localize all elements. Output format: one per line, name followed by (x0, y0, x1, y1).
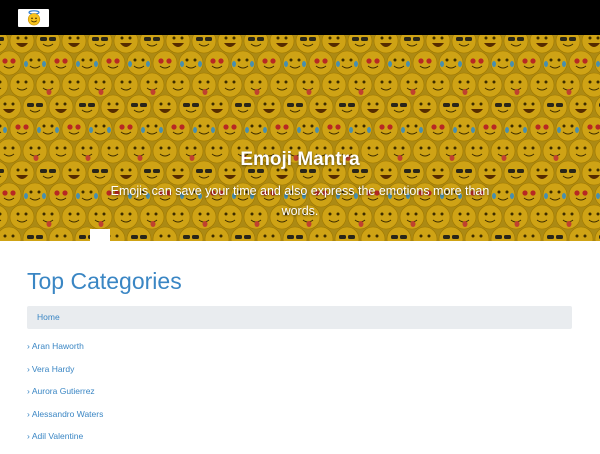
category-label: Adil Valentine (31, 431, 84, 441)
site-logo[interactable] (18, 9, 49, 27)
category-link[interactable]: › Aurora Gutierrez (27, 386, 103, 409)
chevron-right-icon: › (27, 408, 30, 419)
category-label: Vera Hardy (31, 363, 75, 374)
chevron-right-icon: › (27, 363, 30, 374)
category-link[interactable]: › Vera Hardy (27, 364, 103, 387)
hero-tab-marker (90, 229, 110, 241)
category-label: Alessandro Waters (31, 408, 104, 419)
hero-title: Emoji Mantra (240, 149, 360, 170)
chevron-right-icon: › (27, 431, 30, 441)
category-link[interactable]: › Alessandro Waters (27, 409, 103, 432)
category-label: Aran Haworth (31, 341, 84, 351)
halo-smiley-icon (27, 10, 40, 26)
breadcrumb: Home (27, 306, 572, 329)
category-label: Aurora Gutierrez (31, 386, 95, 396)
chevron-right-icon: › (27, 341, 30, 351)
category-link[interactable]: › Adil Valentine (27, 431, 103, 454)
section-title: Top Categories (27, 268, 182, 294)
category-list: › Aran Haworth › Vera Hardy › Aurora Gut… (27, 341, 103, 454)
category-link[interactable]: › Aran Haworth (27, 341, 103, 364)
hero-banner: Emoji Mantra Emojis can save your time a… (0, 35, 600, 241)
chevron-right-icon: › (27, 386, 30, 396)
breadcrumb-home-link[interactable]: Home (37, 312, 60, 322)
top-navbar (0, 0, 600, 35)
hero-tagline: Emojis can save your time and also expre… (110, 184, 490, 218)
